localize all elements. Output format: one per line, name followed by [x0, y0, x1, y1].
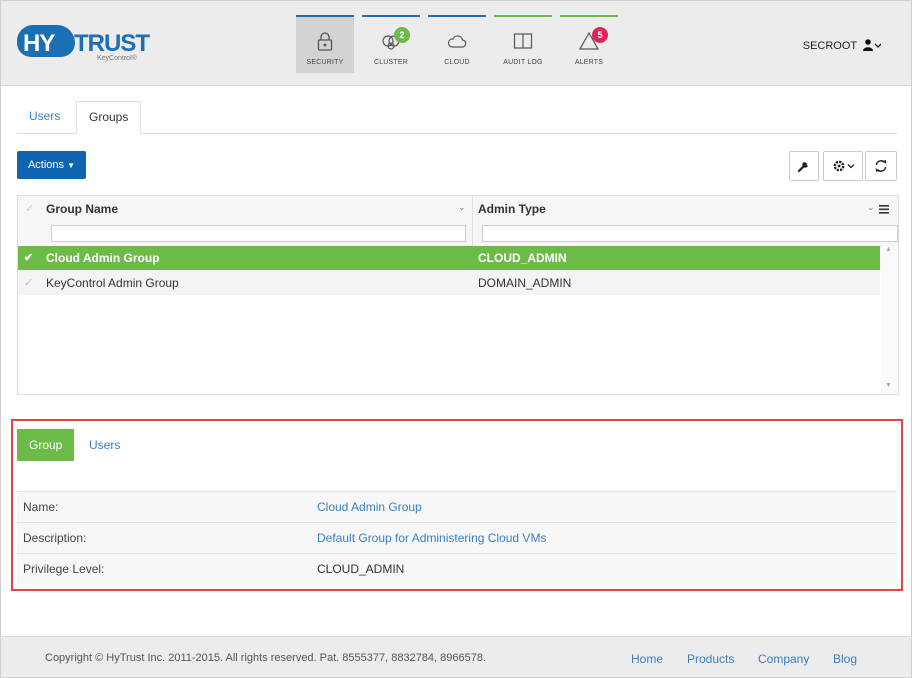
footer-link-home[interactable]: Home [631, 652, 663, 666]
group-name-cell: KeyControl Admin Group [46, 276, 179, 290]
user-icon [863, 39, 881, 51]
refresh-button[interactable] [865, 151, 897, 181]
tab-groups[interactable]: Groups [76, 101, 142, 134]
nav-indicator [494, 15, 552, 17]
footer-link-blog[interactable]: Blog [833, 652, 857, 666]
actions-button[interactable]: Actions ▼ [17, 151, 86, 179]
lock-icon [317, 32, 333, 51]
cluster-badge: 2 [394, 27, 410, 43]
field-label: Privilege Level: [23, 562, 105, 576]
scroll-down-icon[interactable]: ▼ [885, 382, 892, 389]
logo-subtitle: KeyControl® [97, 55, 137, 62]
copyright-text: Copyright © HyTrust Inc. 2011-2015. All … [45, 652, 487, 664]
column-menu-icon[interactable] [878, 203, 890, 215]
nav-cluster[interactable]: 2 CLUSTER [362, 15, 420, 73]
grid-scrollbar[interactable]: ▲ ▼ [881, 246, 898, 393]
refresh-icon [875, 159, 887, 173]
gear-menu-button[interactable] [823, 151, 863, 181]
field-value-link[interactable]: Default Group for Administering Cloud VM… [317, 523, 546, 553]
group-detail-panel: Group Users Name: Cloud Admin Group Desc… [11, 419, 903, 591]
checkmark-icon[interactable]: ✔ [24, 246, 38, 270]
settings-wrench-button[interactable] [789, 151, 819, 181]
book-icon [513, 33, 533, 49]
checkmark-icon[interactable]: ✓ [24, 271, 38, 295]
group-name-filter-input[interactable] [51, 225, 466, 242]
nav-label: AUDIT LOG [503, 59, 543, 66]
nav-indicator [560, 15, 618, 17]
section-tabs: Users Groups [17, 101, 897, 134]
column-header-admin-type[interactable]: Admin Type [478, 196, 546, 222]
groups-grid: ✓ Group Name ⌄ Admin Type ⌄ ✔ Cloud Admi… [17, 195, 899, 395]
sort-chevron-icon[interactable]: ⌄ [458, 202, 466, 213]
group-name-cell: Cloud Admin Group [46, 251, 160, 265]
top-header: HY TRUST KeyControl® SECURITY 2 CLUSTER … [1, 1, 911, 86]
grid-header: ✓ Group Name ⌄ Admin Type ⌄ [18, 196, 898, 247]
logo-trust-text: TRUST [74, 30, 150, 57]
nav-indicator [362, 15, 420, 17]
nav-cloud[interactable]: CLOUD [428, 15, 486, 73]
caret-down-icon: ▼ [67, 161, 76, 170]
nav-indicator [296, 15, 354, 17]
alerts-badge: 5 [592, 27, 608, 43]
tab-users[interactable]: Users [17, 101, 72, 132]
footer-link-products[interactable]: Products [687, 652, 734, 666]
gear-icon [833, 160, 855, 172]
nav-label: CLUSTER [373, 59, 409, 66]
cloud-icon [447, 35, 467, 48]
nav-label: CLOUD [444, 59, 470, 66]
sort-chevron-icon[interactable]: ⌄ [867, 202, 875, 213]
username: SECROOT [802, 40, 857, 52]
field-value: CLOUD_ADMIN [317, 562, 405, 576]
detail-tab-users[interactable]: Users [77, 429, 132, 461]
detail-row-privilege-level: Privilege Level: CLOUD_ADMIN [17, 553, 897, 584]
hytrust-logo[interactable]: HY TRUST KeyControl® [17, 25, 150, 65]
column-divider [472, 196, 473, 246]
nav-label: ALERTS [574, 59, 604, 66]
table-row[interactable]: ✓ KeyControl Admin Group DOMAIN_ADMIN [18, 271, 880, 295]
detail-row-name: Name: Cloud Admin Group [17, 491, 897, 522]
field-label: Description: [23, 531, 87, 545]
scroll-up-icon[interactable]: ▲ [885, 246, 892, 253]
admin-type-cell: DOMAIN_ADMIN [478, 276, 572, 290]
admin-type-filter-input[interactable] [482, 225, 898, 242]
nav-security[interactable]: SECURITY [296, 15, 354, 73]
user-menu[interactable]: SECROOT [803, 39, 881, 52]
footer: Copyright © HyTrust Inc. 2011-2015. All … [1, 636, 911, 677]
field-value-link[interactable]: Cloud Admin Group [317, 492, 422, 522]
logo-hy-text: HY [23, 30, 55, 57]
admin-type-cell: CLOUD_ADMIN [478, 251, 567, 265]
actions-label: Actions [27, 159, 65, 171]
nav-alerts[interactable]: 5 ALERTS [560, 15, 618, 73]
nav-indicator [428, 15, 486, 17]
app-window: HY TRUST KeyControl® SECURITY 2 CLUSTER … [0, 0, 912, 678]
table-row[interactable]: ✔ Cloud Admin Group CLOUD_ADMIN [18, 246, 880, 270]
detail-tab-group[interactable]: Group [17, 429, 75, 461]
detail-row-description: Description: Default Group for Administe… [17, 522, 897, 553]
nav-audit-log[interactable]: AUDIT LOG [494, 15, 552, 73]
footer-link-company[interactable]: Company [758, 652, 809, 666]
nav-label: SECURITY [306, 59, 344, 66]
column-header-group-name[interactable]: Group Name [46, 196, 118, 222]
wrench-icon [797, 162, 808, 173]
select-all-check-icon[interactable]: ✓ [25, 202, 34, 215]
field-label: Name: [23, 500, 59, 514]
